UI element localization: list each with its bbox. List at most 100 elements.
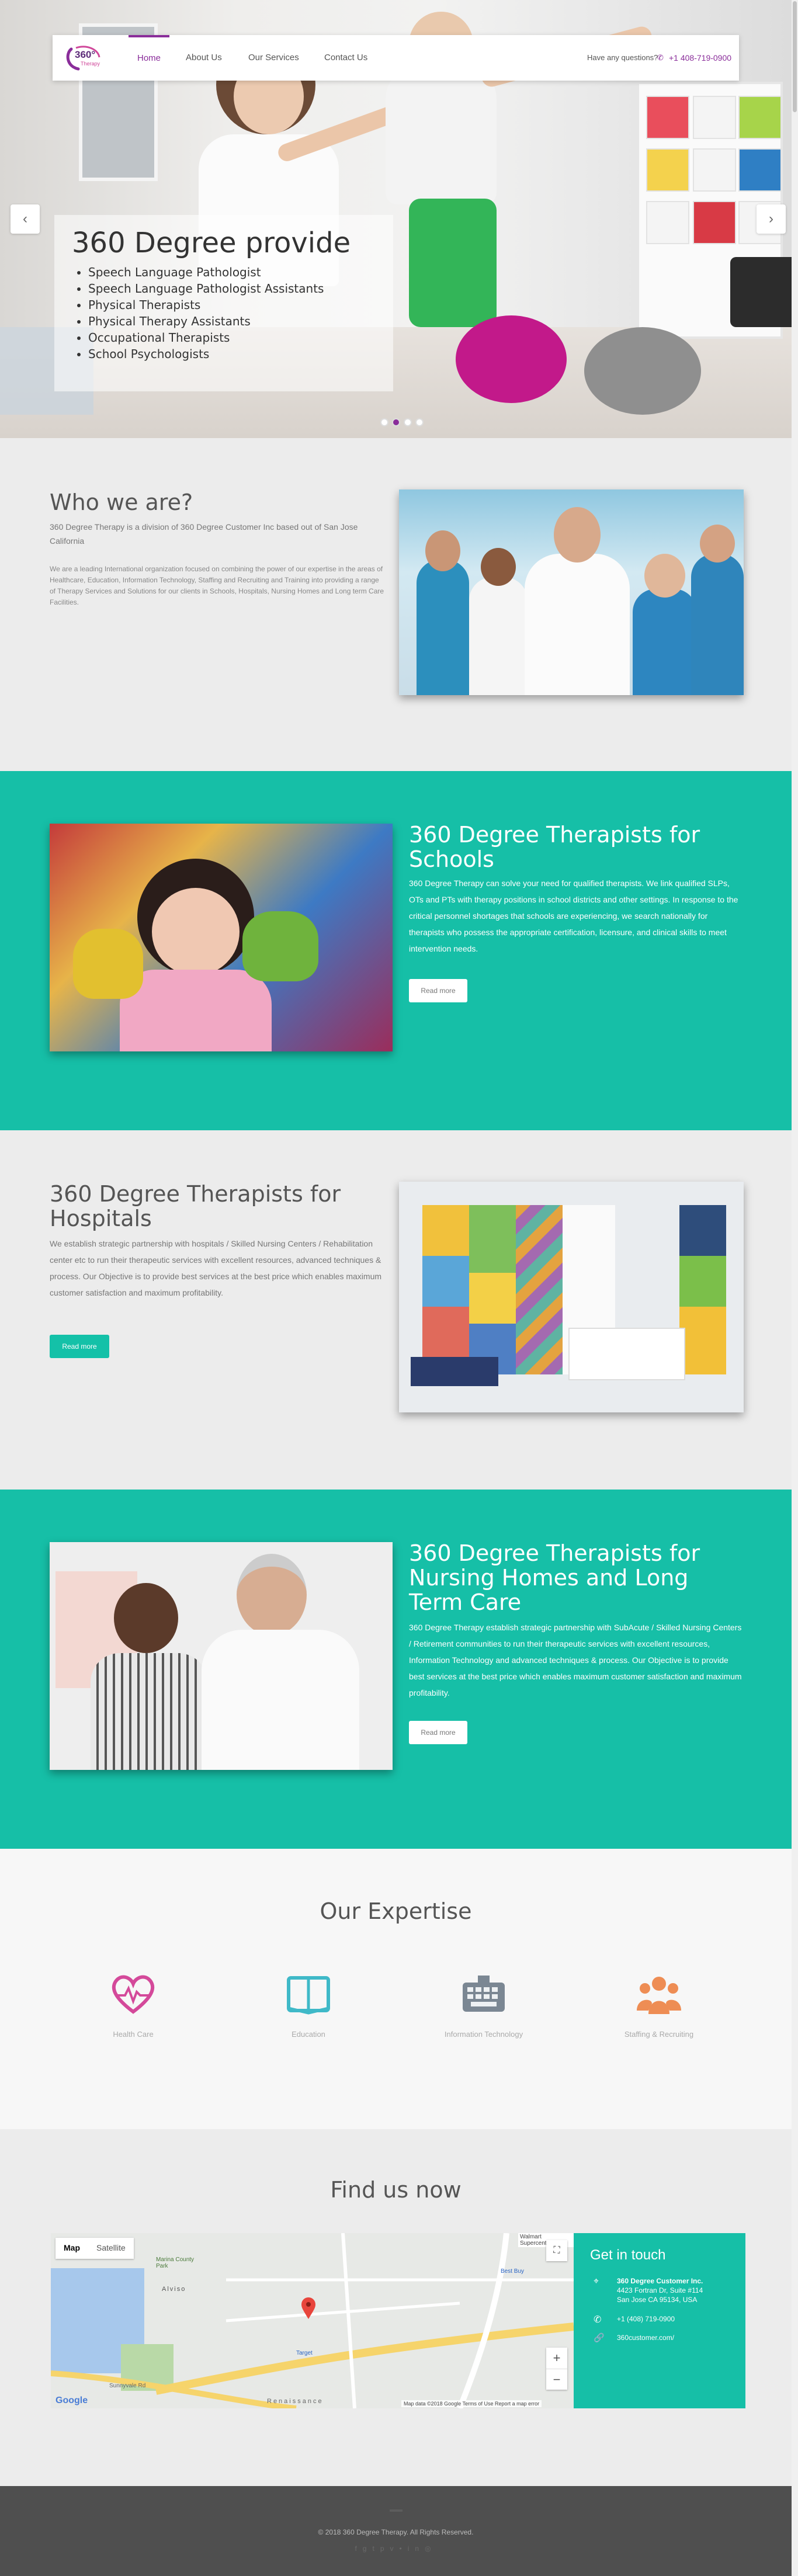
map-attribution[interactable]: Map data ©2018 Google Terms of Use Repor… — [401, 2400, 542, 2407]
list-item: Physical Therapy Assistants — [88, 313, 376, 329]
nursing-title: 360 Degree Therapists for Nursing Homes … — [409, 1540, 700, 1615]
doctor-figure — [554, 507, 601, 563]
nav-our-services[interactable]: Our Services — [248, 35, 299, 81]
map-label: Alviso — [162, 2286, 186, 2293]
contact-card: Get in touch ⌖ 360 Degree Customer Inc. … — [574, 2233, 745, 2408]
contact-website-link[interactable]: 360customer.com/ — [617, 2334, 674, 2342]
doctors-photo — [399, 489, 744, 695]
hero-title: 360 Degree provide — [72, 227, 351, 259]
contact-address-line2: San Jose CA 95134, USA — [617, 2296, 698, 2304]
map-tab-satellite[interactable]: Satellite — [88, 2238, 134, 2258]
expertise-staffing: Staffing & Recruiting — [601, 1974, 717, 2039]
hospitals-section: 360 Degree Therapists for Hospitals We e… — [0, 1130, 792, 1490]
who-we-are-section: Who we are? 360 Degree Therapy is a divi… — [0, 438, 792, 771]
scrollbar[interactable] — [792, 0, 798, 2576]
phone-icon: ✆ — [657, 53, 664, 62]
map-label: Best Buy — [501, 2268, 525, 2275]
schools-title: 360 Degree Therapists for Schools — [409, 822, 700, 872]
list-item: Speech Language Pathologist Assistants — [88, 280, 376, 297]
child-painting-photo — [50, 824, 393, 1051]
pinterest-icon[interactable]: p — [380, 2544, 390, 2553]
schools-body: 360 Degree Therapy can solve your need f… — [409, 879, 738, 953]
shelf-cell — [738, 96, 782, 139]
hero-pouf — [584, 327, 701, 415]
bench — [411, 1357, 498, 1386]
doctor-figure — [525, 554, 630, 695]
shelf-cell — [646, 96, 689, 139]
patient-figure — [91, 1653, 207, 1770]
linkedin-icon[interactable]: in — [408, 2544, 425, 2553]
map-type-control: Map Satellite — [55, 2238, 134, 2259]
slider-dot[interactable] — [415, 418, 424, 426]
map-tab-map[interactable]: Map — [55, 2238, 88, 2258]
who-lead: 360 Degree Therapy is a division of 360 … — [50, 522, 358, 546]
schools-read-more-button[interactable]: Read more — [409, 979, 467, 1002]
doctor-figure — [202, 1630, 359, 1770]
hero-chair — [730, 257, 792, 327]
wall-panel — [469, 1205, 516, 1374]
slider-prev-button[interactable]: ‹ — [11, 204, 40, 234]
shelf-cell — [693, 148, 736, 192]
nav-home[interactable]: Home — [129, 35, 169, 81]
doctor-figure — [425, 530, 460, 571]
wall-panel — [516, 1205, 563, 1374]
expertise-title: Our Expertise — [320, 1898, 472, 1924]
expertise-label: Health Care — [113, 2030, 154, 2039]
phone-icon: ✆ — [594, 2315, 602, 2325]
painted-hand — [242, 911, 318, 981]
map-roads — [51, 2233, 574, 2408]
shelf-cell — [646, 148, 689, 192]
zoom-in-icon[interactable]: + — [546, 2348, 567, 2369]
scrollbar-thumb[interactable] — [793, 1, 797, 112]
fullscreen-icon[interactable]: ⛶ — [546, 2240, 567, 2261]
nursing-read-more-button[interactable]: Read more — [409, 1721, 467, 1744]
schools-section: 360 Degree Therapists for Schools 360 De… — [0, 771, 792, 1130]
list-item: Physical Therapists — [88, 297, 376, 313]
map[interactable]: Map Satellite Alviso Marina County Park W… — [51, 2233, 574, 2408]
zoom-out-icon[interactable]: − — [546, 2369, 567, 2390]
nursing-body: 360 Degree Therapy establish strategic p… — [409, 1623, 742, 1697]
shelf-cell — [693, 201, 736, 244]
hospitals-read-more-button[interactable]: Read more — [50, 1335, 109, 1358]
map-pin-icon[interactable] — [301, 2297, 316, 2320]
list-item: School Psychologists — [88, 346, 376, 362]
main-nav: 360° Therapy Home About Us Our Services … — [53, 35, 739, 81]
doctor-figure — [691, 554, 744, 695]
contact-address-line1: 4423 Fortran Dr, Suite #114 — [617, 2286, 703, 2294]
facebook-icon[interactable]: f — [355, 2544, 362, 2553]
slider-dot[interactable] — [404, 418, 412, 426]
nursing-section: 360 Degree Therapists for Nursing Homes … — [0, 1490, 792, 1849]
logo[interactable]: 360° Therapy — [63, 43, 110, 72]
nav-phone-link[interactable]: +1 408-719-0900 — [669, 35, 731, 81]
hero-pouf — [456, 315, 567, 403]
wall-panel — [422, 1205, 469, 1374]
contact-title: Get in touch — [590, 2247, 666, 2263]
map-label: Renaissance — [267, 2398, 324, 2405]
nav-about-us[interactable]: About Us — [186, 35, 222, 81]
shelf-cell — [738, 148, 782, 192]
hospitals-body: We establish strategic partnership with … — [50, 1239, 382, 1297]
slider-next-button[interactable]: › — [757, 204, 786, 234]
contact-phone-link[interactable]: +1 (408) 719-0900 — [617, 2315, 675, 2323]
slider-dot-active[interactable] — [392, 418, 400, 426]
list-item: Speech Language Pathologist — [88, 264, 376, 280]
slider-dot[interactable] — [380, 418, 388, 426]
location-pin-icon: ⌖ — [594, 2276, 599, 2286]
google-plus-icon[interactable]: g — [363, 2544, 373, 2553]
google-logo: Google — [55, 2396, 88, 2405]
heart-pulse-icon — [112, 1975, 155, 2014]
painted-hand — [73, 929, 143, 999]
zoom-control: + − — [546, 2348, 567, 2390]
nursing-photo — [50, 1542, 393, 1770]
flickr-icon[interactable]: • — [400, 2544, 408, 2553]
hospital-room-photo — [399, 1182, 744, 1412]
doctor-figure — [417, 560, 469, 695]
vk-icon[interactable]: v — [390, 2544, 400, 2553]
expertise-label: Staffing & Recruiting — [624, 2030, 694, 2039]
people-icon — [637, 1977, 681, 2014]
hospital-bed — [568, 1328, 685, 1380]
instagram-icon[interactable]: ◎ — [425, 2544, 436, 2553]
nav-contact-us[interactable]: Contact Us — [324, 35, 367, 81]
doctor-figure — [481, 548, 516, 586]
twitter-icon[interactable]: t — [372, 2544, 380, 2553]
